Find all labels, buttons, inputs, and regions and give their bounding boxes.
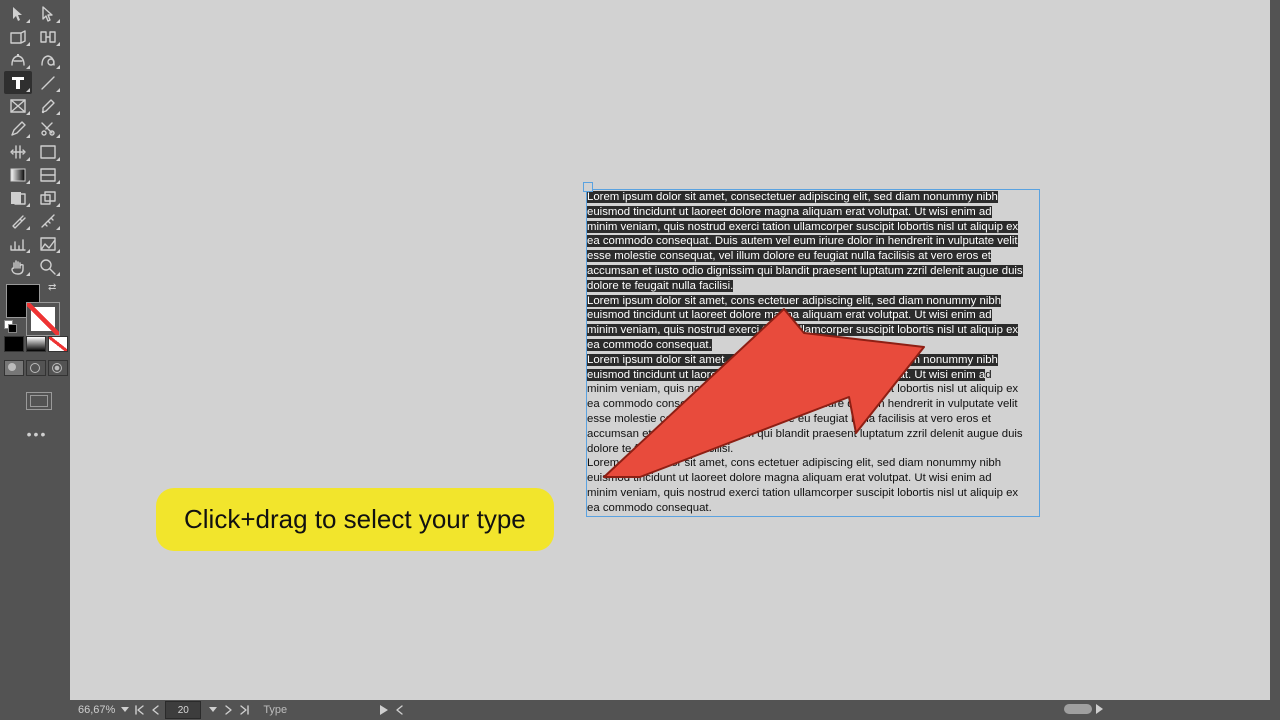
default-fill-stroke-icon[interactable]: [4, 320, 16, 332]
text-line[interactable]: esse molestie consequat, vel illum dolor…: [587, 412, 1039, 427]
free-transform-tool[interactable]: [4, 140, 32, 163]
scissors-tool[interactable]: [34, 117, 62, 140]
text-line[interactable]: accumsan et iusto odio dignissim qui bla…: [587, 264, 1039, 279]
text-line[interactable]: minim veniam, quis nostrud exerci tation…: [587, 382, 1039, 397]
apply-gradient-button[interactable]: [26, 336, 46, 352]
direct-selection-tool[interactable]: [34, 2, 62, 25]
line-tool[interactable]: [34, 71, 62, 94]
text-line[interactable]: euismod tincidunt ut laoreet dolore magn…: [587, 308, 1039, 323]
status-slider[interactable]: [1064, 704, 1092, 714]
draw-inside-button[interactable]: [48, 360, 68, 376]
gradient-tool[interactable]: [4, 232, 32, 255]
text-in-port-icon[interactable]: [583, 182, 593, 192]
text-line[interactable]: esse molestie consequat, vel illum dolor…: [587, 249, 1039, 264]
swap-fill-stroke-icon[interactable]: ⇄: [48, 282, 56, 293]
apply-none-button[interactable]: [48, 336, 68, 352]
text-line[interactable]: minim veniam, quis nostrud exerci tation…: [587, 220, 1039, 235]
eyedropper-tool[interactable]: [4, 209, 32, 232]
next-page-button[interactable]: [221, 703, 235, 717]
type-tool[interactable]: [4, 71, 32, 94]
note-tool[interactable]: [4, 186, 32, 209]
transform-again-tool[interactable]: [34, 186, 62, 209]
text-line[interactable]: ea commodo consequat.: [587, 338, 1039, 353]
page-dropdown-icon[interactable]: [207, 703, 219, 717]
first-page-button[interactable]: [133, 703, 147, 717]
text-line[interactable]: minim veniam, quis nostrud exerci tation…: [587, 323, 1039, 338]
screen-mode-button[interactable]: [26, 392, 52, 410]
status-bar: 66,67% Type: [70, 700, 1280, 720]
toolbox-panel: ⇄ •••: [0, 0, 70, 720]
text-line[interactable]: accumsan et iusto odio dignissim qui bla…: [587, 427, 1039, 442]
preflight-play-icon[interactable]: [377, 703, 391, 717]
text-line[interactable]: Lorem ipsum dolor sit amet, cons ectetue…: [587, 456, 1039, 471]
text-line[interactable]: dolore te feugait nulla facilisi.: [587, 442, 1039, 457]
pencil-tool[interactable]: [4, 117, 32, 140]
document-canvas[interactable]: Lorem ipsum dolor sit amet, consectetuer…: [70, 0, 1270, 700]
text-line[interactable]: euismod tincidunt ut laoreet dolore magn…: [587, 205, 1039, 220]
status-mode-label: Type: [263, 704, 287, 716]
text-line[interactable]: ea commodo consequat.: [587, 501, 1039, 516]
selection-tool[interactable]: [4, 2, 32, 25]
rectangle-frame-tool[interactable]: [4, 94, 32, 117]
measure-tool[interactable]: [34, 209, 62, 232]
draw-normal-button[interactable]: [4, 360, 24, 376]
hand-tool[interactable]: [4, 255, 32, 278]
instruction-callout: Click+drag to select your type: [156, 488, 554, 551]
text-line[interactable]: Lorem ipsum dolor sit amet, cons ectetue…: [587, 294, 1039, 309]
text-line[interactable]: euismod tincidunt ut laoreet dolore magn…: [587, 471, 1039, 486]
gradient-feather-tool[interactable]: [34, 163, 62, 186]
rectangle-tool[interactable]: [34, 140, 62, 163]
zoom-dropdown-icon[interactable]: [119, 703, 131, 717]
page-number-field[interactable]: [165, 701, 201, 719]
drawing-mode-bar: [4, 360, 70, 376]
stroke-swatch[interactable]: [26, 302, 60, 336]
zoom-level[interactable]: 66,67%: [78, 700, 115, 720]
instruction-text: Click+drag to select your type: [184, 504, 526, 534]
zoom-tool[interactable]: [34, 255, 62, 278]
fill-stroke-swatches[interactable]: ⇄: [4, 284, 62, 332]
color-mode-bar: [4, 336, 70, 352]
text-line[interactable]: Lorem ipsum dolor sit amet, consectetuer…: [587, 353, 1039, 368]
last-page-button[interactable]: [237, 703, 251, 717]
gap-tool[interactable]: [34, 25, 62, 48]
content-placer-tool[interactable]: [34, 48, 62, 71]
content-collector-tool[interactable]: [4, 48, 32, 71]
status-slider-arrow-icon[interactable]: [1096, 704, 1104, 714]
text-line[interactable]: ea commodo consequat. Duis autem vel eum…: [587, 234, 1039, 249]
apply-color-button[interactable]: [4, 336, 24, 352]
text-content[interactable]: Lorem ipsum dolor sit amet, consectetuer…: [587, 190, 1039, 516]
text-line[interactable]: Lorem ipsum dolor sit amet, consectetuer…: [587, 190, 1039, 205]
vertical-scrollbar[interactable]: [1270, 0, 1280, 700]
preflight-back-icon[interactable]: [393, 703, 407, 717]
text-line[interactable]: euismod tincidunt ut laoreet dolore magn…: [587, 368, 1039, 383]
text-line[interactable]: dolore te feugait nulla facilisi.: [587, 279, 1039, 294]
column-guides-tool[interactable]: [34, 232, 62, 255]
page-tool[interactable]: [4, 25, 32, 48]
pen-tool[interactable]: [34, 94, 62, 117]
gradient-swatch-tool[interactable]: [4, 163, 32, 186]
toolbox-overflow-icon[interactable]: •••: [4, 426, 70, 442]
text-line[interactable]: minim veniam, quis nostrud exerci tation…: [587, 486, 1039, 501]
prev-page-button[interactable]: [149, 703, 163, 717]
draw-behind-button[interactable]: [26, 360, 46, 376]
text-line[interactable]: ea commodo consequat. Duis autem vel eum…: [587, 397, 1039, 412]
text-frame[interactable]: Lorem ipsum dolor sit amet, consectetuer…: [586, 189, 1040, 517]
